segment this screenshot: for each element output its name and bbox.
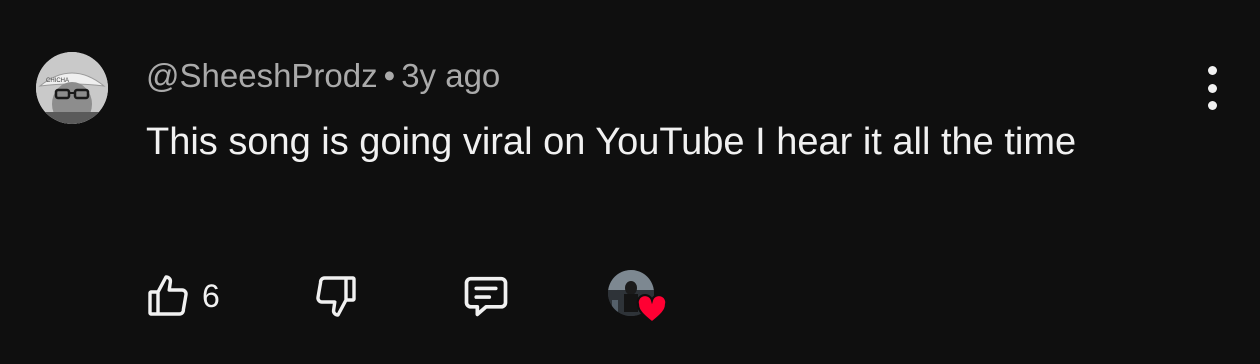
author-avatar[interactable]: CHICHA [36, 52, 108, 124]
dislike-button[interactable] [312, 268, 360, 324]
comment-header: @SheeshProdz • 3y ago [146, 56, 500, 96]
heart-icon [636, 294, 668, 324]
like-button[interactable]: 6 [144, 268, 220, 324]
thumbs-up-icon [148, 275, 188, 316]
avatar-image: CHICHA [36, 52, 108, 124]
more-options-button[interactable] [1196, 66, 1228, 110]
reply-button[interactable] [460, 268, 512, 324]
more-vertical-icon-dot [1207, 101, 1217, 110]
thumbs-down-icon [316, 276, 356, 317]
comment-time: 3y ago [401, 57, 501, 94]
author-handle[interactable]: @SheeshProdz [146, 57, 378, 94]
comment-item: CHICHA @SheeshProdz • 3y ago This song is … [0, 0, 1260, 364]
hearted-wrap [608, 268, 670, 324]
like-count: 6 [202, 277, 220, 314]
more-vertical-icon-dot [1207, 83, 1217, 93]
creator-heart-badge [608, 268, 670, 324]
header-separator: • [383, 57, 396, 94]
more-vertical-icon [1207, 66, 1217, 75]
comment-text: This song is going viral on YouTube I he… [146, 121, 1077, 163]
reply-comment-icon [464, 276, 508, 317]
avatar-hat-text: CHICHA [46, 78, 69, 84]
